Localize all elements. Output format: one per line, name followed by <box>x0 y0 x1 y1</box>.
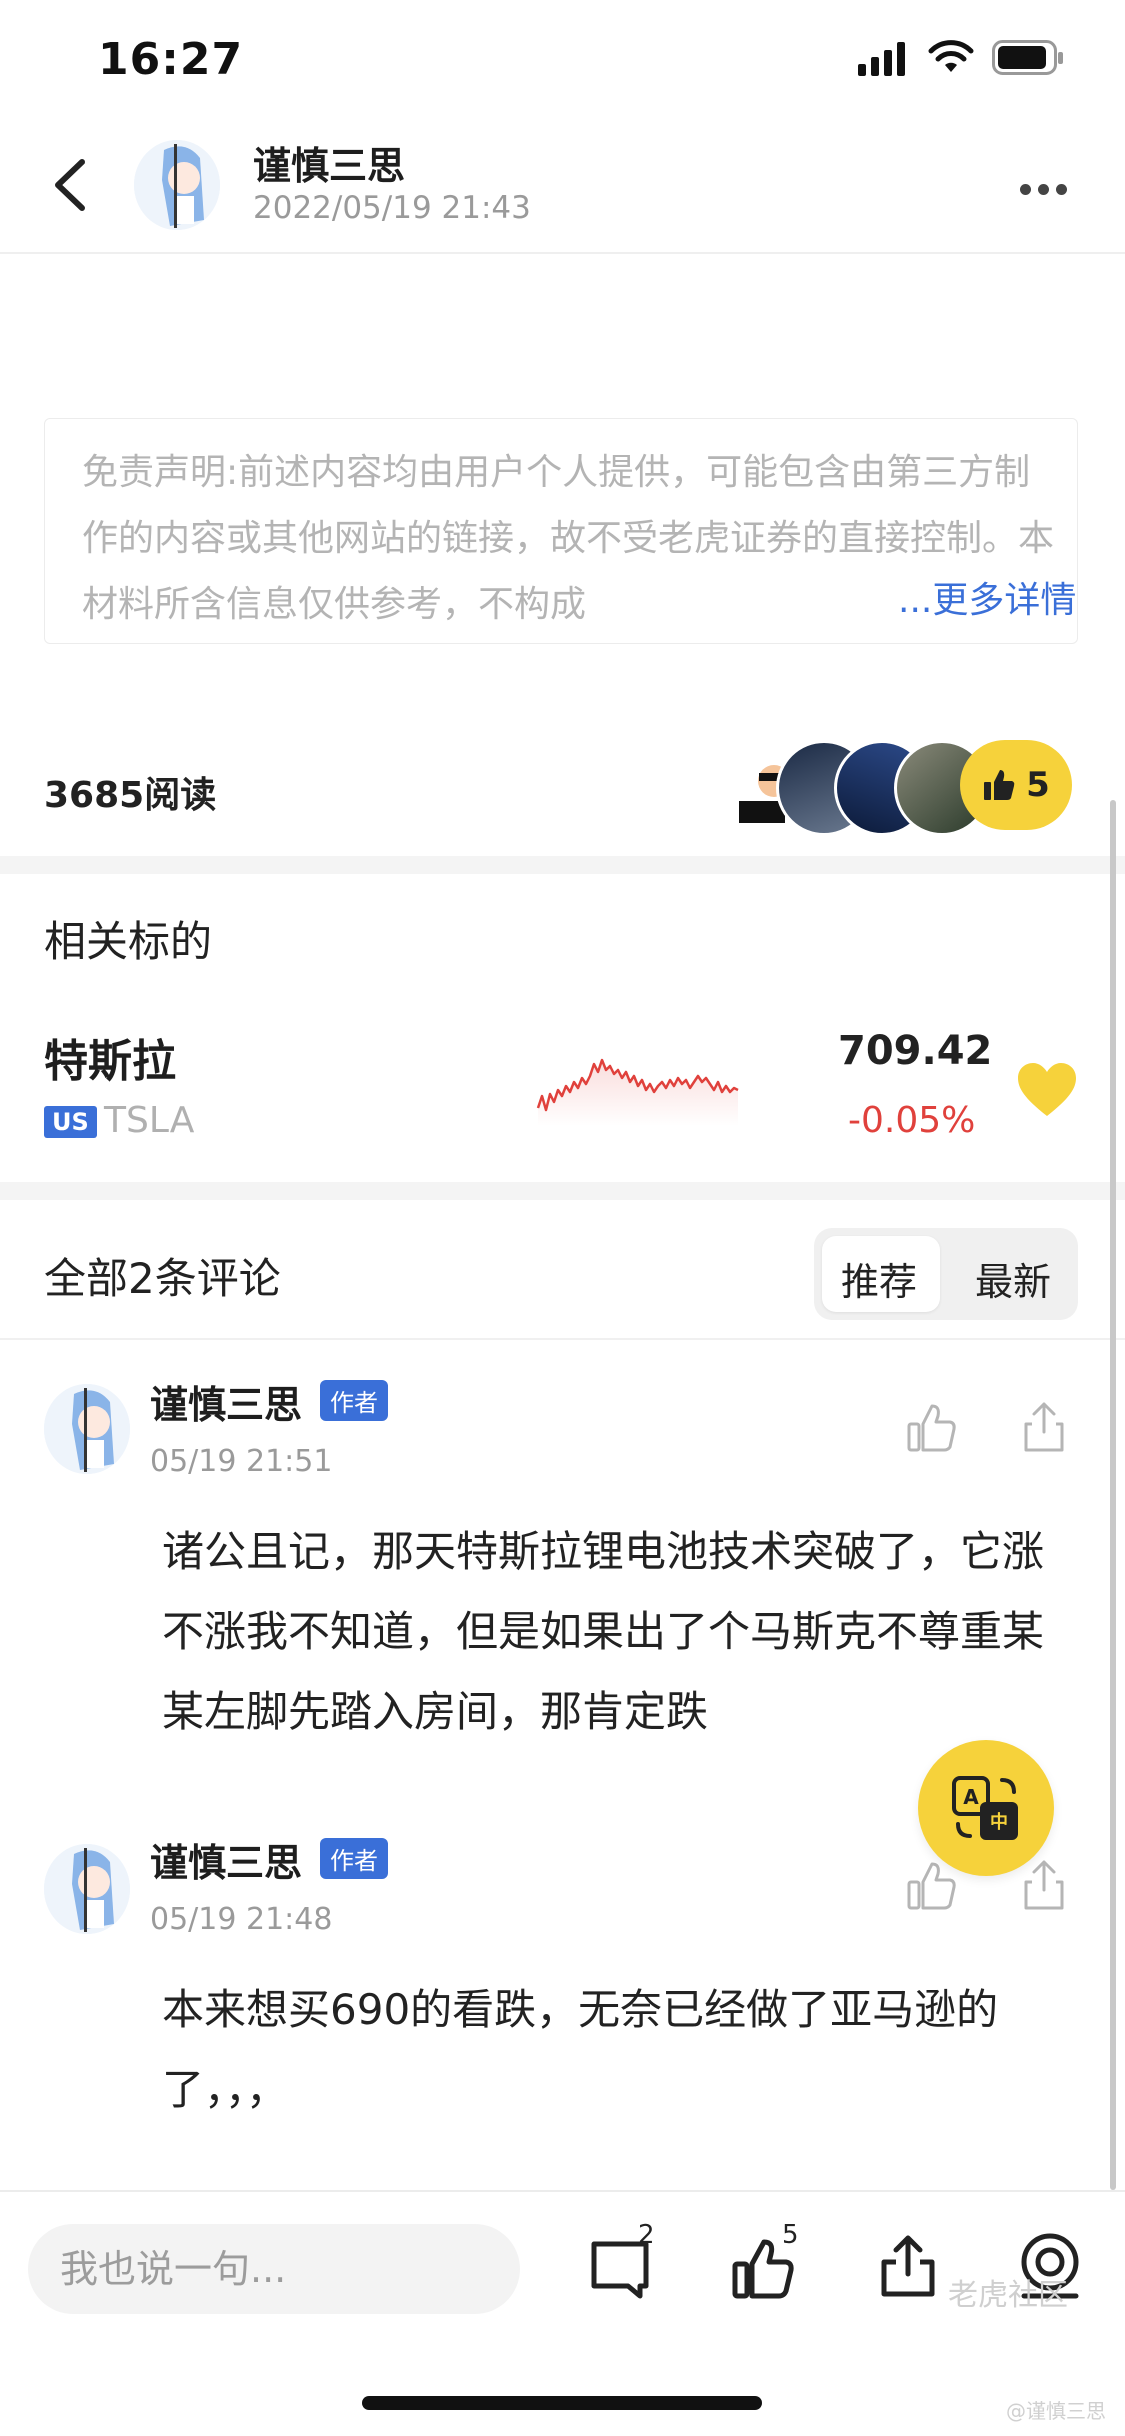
stock-change: -0.05% <box>848 1100 976 1141</box>
like-count-bottom: 5 <box>782 2220 799 2250</box>
comment-text: 诸公且记，那天特斯拉锂电池技术突破了，它涨不涨我不知道，但是如果出了个马斯克不尊… <box>162 1527 1045 1736</box>
wifi-icon <box>928 40 974 72</box>
commenter-avatar[interactable] <box>44 1384 130 1474</box>
comment-share-icon[interactable] <box>1016 1400 1072 1456</box>
stock-ticker: TSLA <box>104 1100 195 1141</box>
like-pill-button[interactable]: 5 <box>960 740 1072 830</box>
header-divider <box>0 252 1125 254</box>
comment-time: 05/19 21:51 <box>150 1444 333 1479</box>
related-section-title: 相关标的 <box>44 917 213 966</box>
stock-sparkline <box>536 1058 739 1126</box>
market-badge: US <box>44 1106 97 1138</box>
translate-button[interactable]: A 中 <box>918 1740 1054 1876</box>
sort-option-recommended[interactable]: 推荐 <box>841 1251 917 1306</box>
stock-name[interactable]: 特斯拉 <box>44 1025 176 1089</box>
watermark-brand: 老虎社区 <box>948 2278 1068 2313</box>
stock-price: 709.42 <box>838 1028 993 1074</box>
post-time: 2022/05/19 21:43 <box>253 190 531 226</box>
comments-title: 全部2条评论 <box>44 1254 281 1303</box>
svg-text:A: A <box>963 1785 979 1809</box>
author-name[interactable]: 谨慎三思 <box>253 135 405 190</box>
more-details-link[interactable]: ...更多详情 <box>858 568 1077 634</box>
home-indicator <box>362 2396 762 2410</box>
battery-icon <box>992 40 1063 75</box>
section-gap <box>0 1182 1125 1200</box>
translate-icon: A 中 <box>952 1776 1018 1840</box>
cellular-signal-icon <box>858 42 905 76</box>
commenter-avatar[interactable] <box>44 1844 130 1934</box>
more-options-button[interactable] <box>1020 180 1074 195</box>
section-gap <box>0 856 1125 874</box>
commenter-name[interactable]: 谨慎三思 <box>150 1832 302 1887</box>
like-count: 5 <box>1026 765 1050 805</box>
comment-count: 2 <box>638 2220 655 2250</box>
comment-input[interactable] <box>28 2224 520 2314</box>
author-avatar[interactable] <box>134 140 220 230</box>
bottom-divider <box>0 2190 1125 2192</box>
author-badge: 作者 <box>320 1838 388 1879</box>
commenter-name[interactable]: 谨慎三思 <box>150 1374 302 1429</box>
watermark-user: @谨慎三思 <box>1006 2399 1106 2423</box>
scrollbar[interactable] <box>1110 800 1116 2190</box>
comment-like-icon[interactable] <box>904 1400 960 1456</box>
share-icon[interactable] <box>876 2234 940 2300</box>
comment-time: 05/19 21:48 <box>150 1902 333 1937</box>
divider <box>0 1338 1125 1340</box>
favorite-heart-button[interactable] <box>1016 1062 1078 1118</box>
comment-text: 本来想买690的看跌，无奈已经做了亚马逊的了，，， <box>162 1985 999 2114</box>
sort-option-latest[interactable]: 最新 <box>975 1251 1051 1306</box>
thumbs-up-icon <box>984 770 1015 800</box>
status-time: 16:27 <box>98 34 244 85</box>
svg-text:中: 中 <box>990 1811 1008 1833</box>
read-count: 3685阅读 <box>44 775 217 816</box>
back-button[interactable] <box>40 150 100 220</box>
author-badge: 作者 <box>320 1380 388 1421</box>
